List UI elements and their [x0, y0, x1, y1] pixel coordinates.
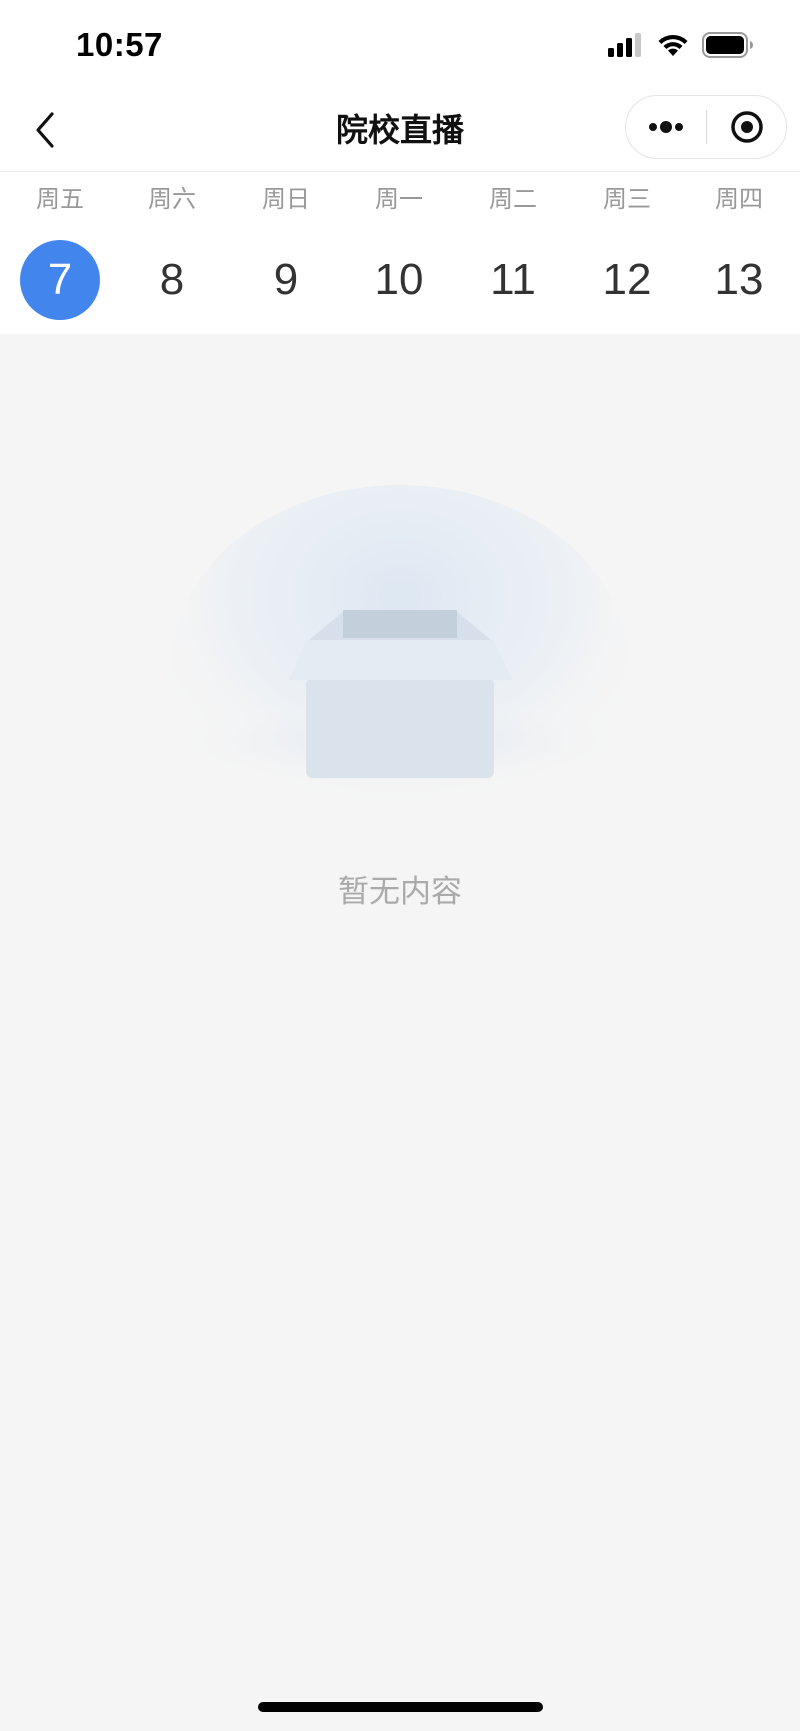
more-button[interactable]: [626, 96, 706, 158]
weekday-label: 周一: [375, 185, 423, 213]
date-strip: 周五 7 周六 8 周日 9 周一 10 周二 11 周三 12 周四 13: [0, 172, 800, 334]
mini-program-capsule: [625, 95, 787, 159]
wifi-icon: [658, 34, 688, 56]
weekday-label: 周日: [262, 185, 310, 213]
status-bar: 10:57: [0, 0, 800, 88]
weekday-label: 周六: [148, 185, 196, 213]
close-button[interactable]: [707, 96, 787, 158]
empty-box-illustration: [160, 470, 640, 855]
day-item[interactable]: 周四 13: [682, 172, 796, 334]
navigation-bar: 院校直播: [0, 88, 800, 172]
date-number: 10: [374, 255, 424, 304]
empty-box-icon: [165, 485, 635, 855]
date-number: 12: [602, 255, 652, 304]
cellular-signal-icon: [608, 33, 641, 57]
home-indicator[interactable]: [258, 1702, 543, 1712]
battery-icon: [702, 32, 753, 58]
empty-state-text: 暂无内容: [338, 874, 462, 910]
day-item[interactable]: 周六 8: [115, 172, 229, 334]
status-time: 10:57: [76, 26, 163, 63]
date-number: 8: [159, 255, 185, 304]
day-item[interactable]: 周五 7: [3, 172, 117, 334]
weekday-label: 周二: [489, 185, 537, 213]
day-item[interactable]: 周二 11: [456, 172, 570, 334]
status-icons: [608, 30, 754, 60]
weekday-label: 周三: [603, 185, 651, 213]
day-item[interactable]: 周日 9: [229, 172, 343, 334]
day-item[interactable]: 周一 10: [342, 172, 456, 334]
more-dots-icon: [649, 121, 683, 133]
weekday-label: 周四: [715, 185, 763, 213]
date-number: 9: [273, 255, 299, 304]
day-item[interactable]: 周三 12: [570, 172, 684, 334]
target-close-icon: [731, 111, 763, 143]
date-number: 11: [490, 255, 536, 304]
date-number: 13: [714, 255, 764, 304]
weekday-label: 周五: [36, 185, 84, 213]
date-number-selected: 7: [20, 240, 100, 320]
